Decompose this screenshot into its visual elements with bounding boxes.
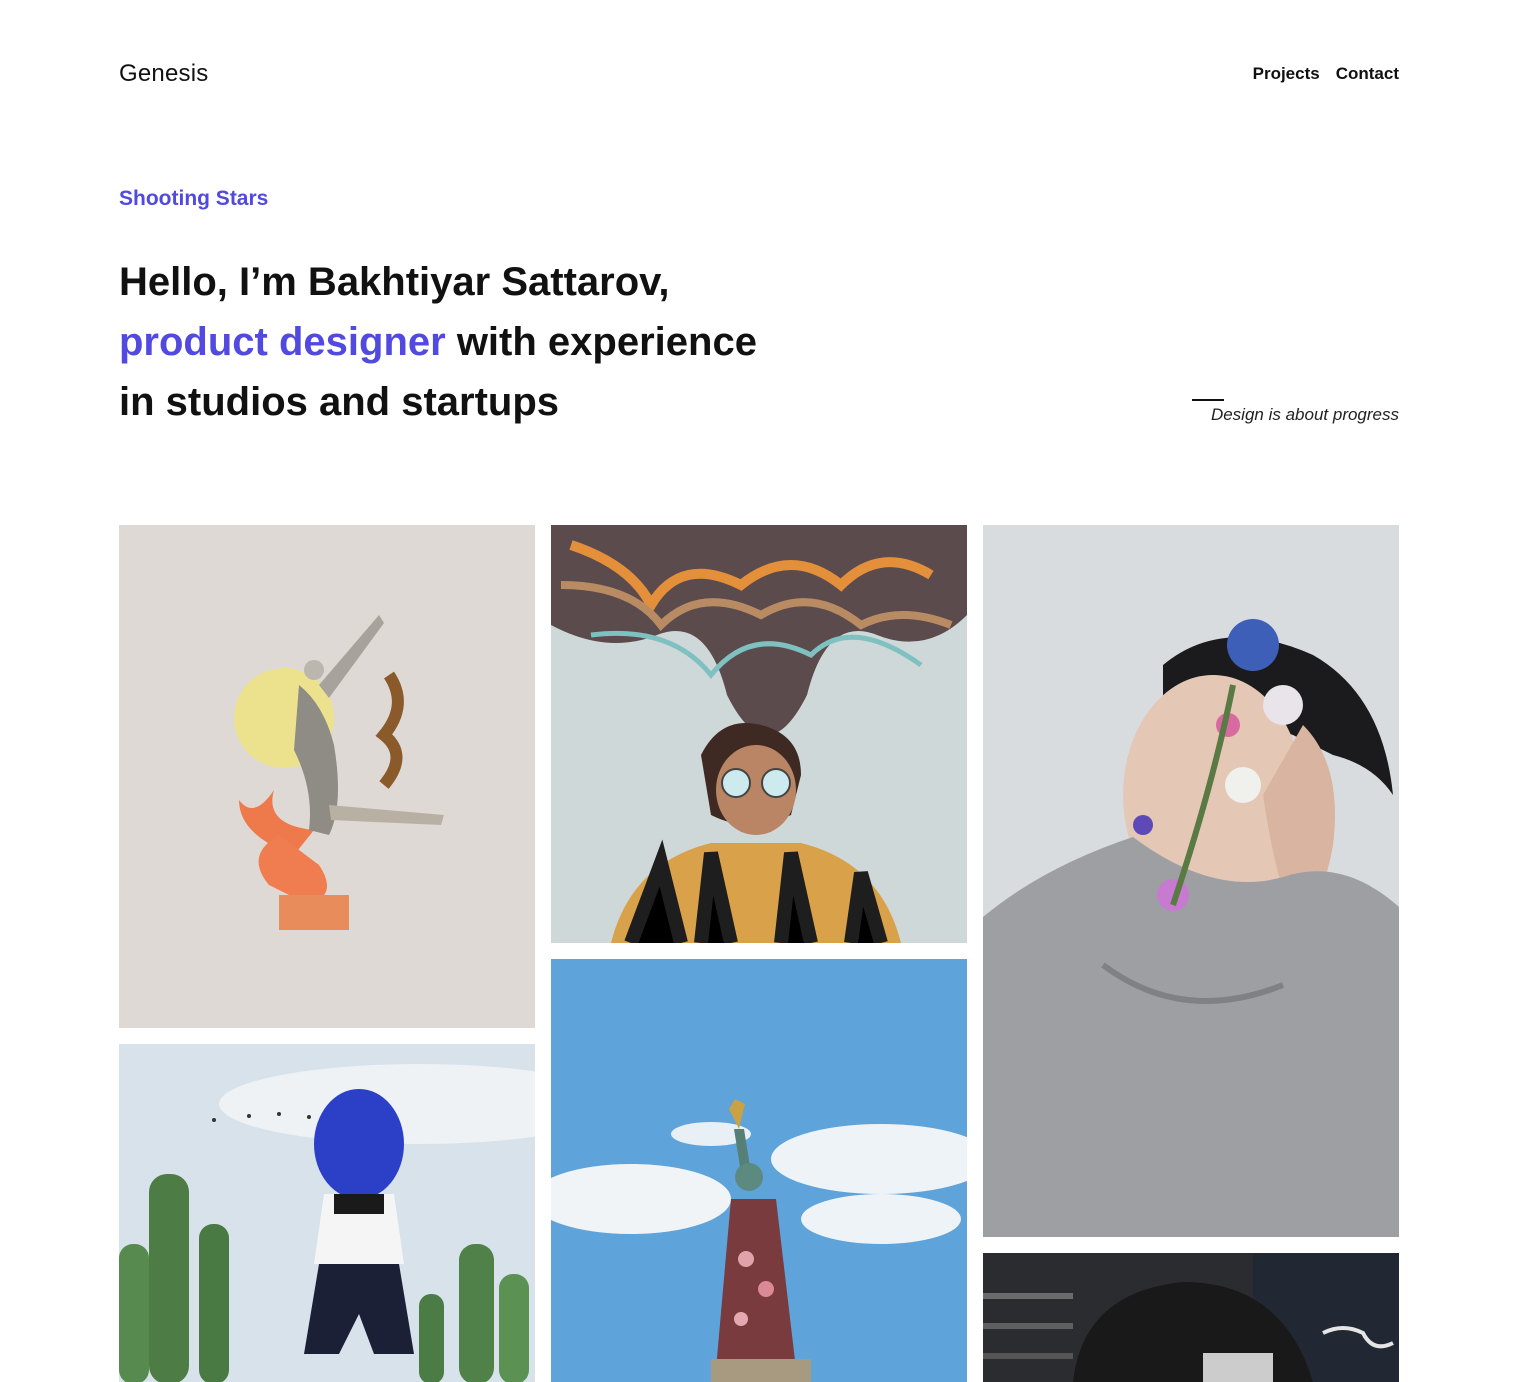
project-tile-dark-portrait[interactable] <box>983 1253 1399 1382</box>
dark-portrait-image <box>983 1253 1399 1382</box>
tagline-divider <box>1192 399 1224 401</box>
hero-headline: Hello, I’m Bakhtiyar Sattarov, product d… <box>119 252 879 432</box>
headline-line-1: Hello, I’m Bakhtiyar Sattarov, <box>119 260 670 304</box>
site-logo[interactable]: Genesis <box>119 60 208 88</box>
headline-line-2-rest: with experience <box>445 320 757 364</box>
statue-liberty-image <box>551 959 967 1382</box>
project-tile-collage-dancer[interactable] <box>119 525 535 1028</box>
nav-contact-link[interactable]: Contact <box>1336 64 1399 84</box>
blue-balloon-image <box>119 1044 535 1382</box>
project-tile-statue-liberty[interactable] <box>551 959 967 1382</box>
project-tile-flower-face[interactable] <box>983 525 1399 1237</box>
hero-tagline: Design is about progress <box>1210 405 1399 424</box>
flower-face-image <box>983 525 1399 1237</box>
project-tile-blue-balloon[interactable] <box>119 1044 535 1382</box>
page: Genesis Projects Contact Shooting Stars … <box>0 0 1535 1382</box>
headline-accent: product designer <box>119 320 446 364</box>
project-tile-smoke-portrait[interactable] <box>551 525 967 943</box>
hero-eyebrow: Shooting Stars <box>119 187 269 210</box>
nav-projects-link[interactable]: Projects <box>1253 64 1320 84</box>
headline-line-3: in studios and startups <box>119 380 560 424</box>
collage-dancer-image <box>119 525 535 1028</box>
main-nav: Projects Contact <box>1253 64 1399 84</box>
smoke-portrait-image <box>551 525 967 943</box>
